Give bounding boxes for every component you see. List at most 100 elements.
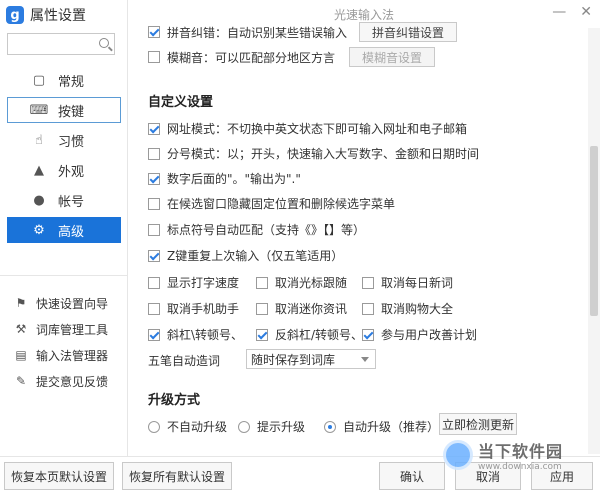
slash-comma-checkbox[interactable]	[148, 328, 160, 341]
sidebar-tools: ⚑ 快速设置向导 ⚒ 词库管理工具 ▤ 输入法管理器 ✎ 提交意见反馈	[14, 290, 108, 394]
mini-news-checkbox[interactable]	[256, 302, 268, 315]
tool-ime-manager[interactable]: ▤ 输入法管理器	[14, 342, 108, 368]
thumb-icon: ☝	[35, 132, 43, 148]
grid-option-label: 取消光标跟随	[275, 276, 348, 290]
grid-option: 反斜杠/转顿号、	[256, 326, 363, 343]
grid-option-label: 取消购物大全	[381, 302, 454, 316]
ok-button[interactable]: 确认	[379, 462, 445, 490]
cursor-follow-checkbox[interactable]	[256, 276, 268, 289]
upgrade-option: 提示升级	[238, 418, 305, 435]
watermark-logo-icon	[443, 440, 473, 470]
sidebar-nav: ▢ 常规 ⌨ 按键 ☝ 习惯 ▲ 外观 ● 帐号 ⚙ 高级	[7, 67, 121, 247]
grid-option-label: 取消手机助手	[167, 302, 240, 316]
close-icon[interactable]: ✕	[580, 4, 592, 20]
tool-dictionary-manager[interactable]: ⚒ 词库管理工具	[14, 316, 108, 342]
sidebar-item-advanced[interactable]: ⚙ 高级	[7, 217, 121, 243]
sidebar-divider	[0, 275, 128, 276]
hide-candidate-menu-checkbox[interactable]	[148, 197, 160, 210]
auto-upgrade-radio[interactable]	[324, 420, 336, 433]
grid-option: 取消迷你资讯	[256, 300, 347, 317]
shopping-checkbox[interactable]	[362, 302, 374, 315]
prompt-upgrade-radio[interactable]	[238, 420, 250, 433]
upgrade-option-label: 提示升级	[257, 420, 306, 434]
option-row: 在候选窗口隐藏固定位置和删除候选字菜单	[148, 195, 395, 212]
grid-option: 取消光标跟随	[256, 274, 347, 291]
z-repeat-checkbox[interactable]	[148, 249, 160, 262]
grid-option: 参与用户改善计划	[362, 326, 477, 343]
pinyin-correction-settings-button[interactable]: 拼音纠错设置	[359, 22, 458, 42]
option-row: 标点符号自动匹配（支持《》【】等）	[148, 221, 365, 238]
minimize-icon[interactable]: —	[552, 4, 566, 20]
sidebar-item-habits[interactable]: ☝ 习惯	[7, 127, 121, 153]
pinyin-correction-label: 拼音纠错：自动识别某些错误输入	[167, 25, 348, 40]
grid-option: 斜杠\转顿号、	[148, 326, 243, 343]
option-row: 分号模式：以；开头，快速输入大写数字、金额和日期时间	[148, 145, 479, 162]
url-mode-checkbox[interactable]	[148, 122, 160, 135]
scrollbar-track[interactable]	[588, 28, 600, 454]
tool-feedback[interactable]: ✎ 提交意见反馈	[14, 368, 108, 394]
option-label: 在候选窗口隐藏固定位置和删除候选字菜单	[167, 197, 396, 211]
option-label: 标点符号自动匹配（支持《》【】等）	[167, 223, 366, 237]
grid-option: 取消手机助手	[148, 300, 239, 317]
improvement-plan-checkbox[interactable]	[362, 328, 374, 341]
punct-match-checkbox[interactable]	[148, 223, 160, 236]
monitor-icon: ▢	[32, 72, 46, 88]
upgrade-option-label: 自动升级（推荐）	[343, 420, 440, 434]
wubi-auto-word-select[interactable]: 随时保存到词库	[246, 349, 376, 369]
grid-option-label: 显示打字速度	[167, 276, 240, 290]
fuzzy-checkbox[interactable]	[148, 51, 160, 63]
window-title: 光速输入法	[333, 8, 394, 22]
search-input[interactable]	[7, 33, 115, 55]
keyboard-icon: ⌨	[29, 102, 49, 118]
upgrade-section-title: 升级方式	[148, 393, 201, 408]
restore-all-defaults-button[interactable]: 恢复所有默认设置	[122, 462, 232, 490]
watermark-cn: 当下软件园	[478, 442, 564, 461]
sidebar-item-label: 按键	[58, 104, 85, 120]
no-auto-upgrade-radio[interactable]	[148, 420, 160, 433]
fuzzy-settings-button[interactable]: 模糊音设置	[349, 47, 436, 67]
sidebar: g 属性设置 ▢ 常规 ⌨ 按键 ☝ 习惯 ▲ 外观 ● 帐号 ⚙ 高级 ⚑ 快…	[0, 0, 128, 456]
sidebar-item-label: 高级	[58, 224, 85, 240]
typing-speed-checkbox[interactable]	[148, 276, 160, 289]
sidebar-item-keys[interactable]: ⌨ 按键	[7, 97, 121, 123]
option-label: 网址模式：不切换中英文状态下即可输入网址和电子邮箱	[167, 122, 468, 136]
scrollbar-thumb[interactable]	[590, 146, 598, 316]
grid-option-label: 斜杠\转顿号、	[167, 328, 244, 342]
option-label: 分号模式：以；开头，快速输入大写数字、金额和日期时间	[167, 147, 480, 161]
daily-words-checkbox[interactable]	[362, 276, 374, 289]
semicolon-mode-checkbox[interactable]	[148, 147, 160, 160]
search-icon[interactable]	[99, 38, 109, 48]
sidebar-item-account[interactable]: ● 帐号	[7, 187, 121, 213]
tool-label: 输入法管理器	[36, 348, 109, 363]
app-logo-icon: g	[6, 6, 24, 24]
check-update-button[interactable]: 立即检测更新	[439, 413, 517, 435]
grid-option: 取消每日新词	[362, 274, 453, 291]
chevron-down-icon	[361, 357, 369, 362]
flag-icon: ⚑	[15, 296, 27, 310]
pinyin-correction-row: 拼音纠错：自动识别某些错误输入 拼音纠错设置	[148, 22, 458, 42]
list-icon: ▤	[15, 348, 27, 362]
option-row: 数字后面的"。"输出为"."	[148, 170, 301, 187]
tools-icon: ⚒	[15, 322, 27, 336]
sidebar-item-appearance[interactable]: ▲ 外观	[7, 157, 121, 183]
grid-option-label: 参与用户改善计划	[381, 328, 478, 342]
backslash-comma-checkbox[interactable]	[256, 328, 268, 341]
sidebar-item-general[interactable]: ▢ 常规	[7, 67, 121, 93]
watermark-text: 当下软件园 www.downxia.com	[478, 438, 563, 472]
pinyin-correction-checkbox[interactable]	[148, 26, 160, 38]
app-header: g 属性设置	[6, 4, 86, 26]
feedback-icon: ✎	[15, 374, 27, 388]
settings-pane: 光速输入法 — ✕ 拼音纠错：自动识别某些错误输入 拼音纠错设置 模糊音：可以匹…	[128, 0, 600, 456]
restore-page-defaults-button[interactable]: 恢复本页默认设置	[4, 462, 114, 490]
option-label: 数字后面的"。"输出为"."	[167, 172, 301, 186]
tool-quick-setup[interactable]: ⚑ 快速设置向导	[14, 290, 108, 316]
phone-assistant-checkbox[interactable]	[148, 302, 160, 315]
number-period-checkbox[interactable]	[148, 172, 160, 185]
watermark: 当下软件园 www.downxia.com	[443, 438, 563, 472]
grid-option-label: 取消迷你资讯	[275, 302, 348, 316]
sidebar-item-label: 常规	[58, 74, 85, 90]
shirt-icon: ▲	[34, 162, 44, 178]
option-label: Z键重复上次输入（仅五笔适用）	[167, 249, 344, 263]
watermark-en: www.downxia.com	[478, 462, 562, 472]
fuzzy-row: 模糊音：可以匹配部分地区方言 模糊音设置	[148, 47, 436, 67]
